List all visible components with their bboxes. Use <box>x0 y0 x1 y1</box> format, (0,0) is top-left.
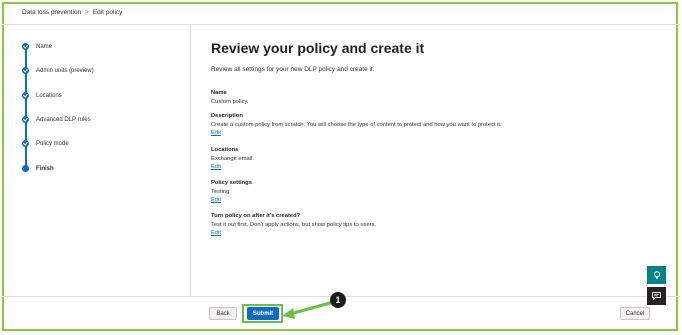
step-policy-mode[interactable]: Policy mode <box>22 140 69 147</box>
step-label: Locations <box>36 92 62 99</box>
review-section-description: Description Create a custom policy from … <box>211 112 651 138</box>
edit-policy-settings-link[interactable]: Edit <box>211 196 252 205</box>
wizard-stepper: Name Admin units (preview) Locations Adv… <box>2 25 191 296</box>
callout-arrow-icon <box>282 301 332 319</box>
check-icon <box>22 116 29 123</box>
review-section-name: Name Custom policy. <box>211 89 249 106</box>
check-icon <box>22 140 29 147</box>
check-icon <box>22 43 29 50</box>
breadcrumb-item-dlp[interactable]: Data loss prevention <box>22 9 81 16</box>
review-section-turn-on: Turn policy on after it's created? Test … <box>211 212 376 238</box>
step-label: Finish <box>36 165 54 172</box>
section-value: Test it out first. Don't apply actions, … <box>211 221 377 228</box>
review-section-policy-settings: Policy settings Testing Edit <box>211 179 252 205</box>
edit-locations-link[interactable]: Edit <box>211 163 252 172</box>
step-label: Admin units (preview) <box>36 67 94 74</box>
breadcrumb: Data loss prevention > Edit policy <box>22 9 122 16</box>
step-finish[interactable]: Finish <box>22 165 54 172</box>
help-lightbulb-button[interactable] <box>647 266 666 284</box>
section-value: Custom policy. <box>211 98 249 105</box>
step-label: Policy mode <box>36 140 69 147</box>
callout-number-badge: 1 <box>330 292 346 308</box>
cancel-button[interactable]: Cancel <box>620 307 650 320</box>
section-heading: Locations <box>211 147 239 153</box>
page-intro: Review all settings for your new DLP pol… <box>211 66 375 73</box>
breadcrumb-item-edit-policy: Edit policy <box>92 9 123 16</box>
edit-turn-on-link[interactable]: Edit <box>211 229 376 238</box>
check-icon <box>22 92 29 99</box>
chat-icon <box>652 292 661 300</box>
step-locations[interactable]: Locations <box>22 92 62 99</box>
section-value: Exchange email <box>211 155 253 162</box>
page-title: Review your policy and create it <box>211 40 425 56</box>
current-step-dot-icon <box>22 165 29 172</box>
step-advanced-dlp-rules[interactable]: Advanced DLP rules <box>22 116 91 123</box>
feedback-chat-button[interactable] <box>647 287 666 305</box>
lightbulb-icon <box>653 270 660 279</box>
section-heading: Description <box>211 113 243 119</box>
back-button[interactable]: Back <box>209 307 237 320</box>
review-panel: Review your policy and create it Review … <box>211 40 651 73</box>
section-value: Create a custom policy from scratch. You… <box>211 121 502 128</box>
breadcrumb-separator: > <box>85 9 89 16</box>
section-value: Testing <box>211 188 230 195</box>
step-label: Advanced DLP rules <box>36 116 91 123</box>
section-heading: Turn policy on after it's created? <box>211 213 301 219</box>
edit-description-link[interactable]: Edit <box>211 129 651 138</box>
review-section-locations: Locations Exchange email Edit <box>211 146 252 172</box>
check-icon <box>22 67 29 74</box>
step-label: Name <box>36 43 53 50</box>
section-heading: Policy settings <box>211 180 252 186</box>
submit-button[interactable]: Submit <box>247 307 279 320</box>
step-name[interactable]: Name <box>22 43 52 50</box>
step-admin-units[interactable]: Admin units (preview) <box>22 67 94 74</box>
section-heading: Name <box>211 90 227 96</box>
